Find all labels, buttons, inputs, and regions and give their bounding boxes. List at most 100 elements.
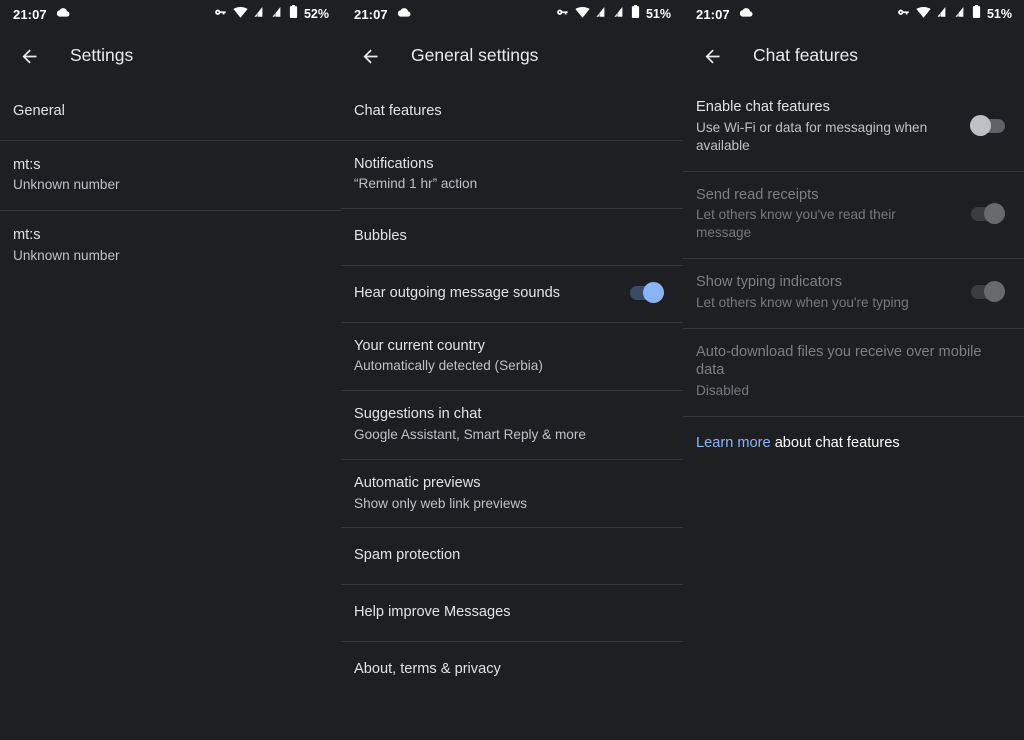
- signal-sim2-icon: 2: [271, 5, 284, 23]
- list-item-notifications[interactable]: Notifications “Remind 1 hr” action: [341, 141, 683, 209]
- battery-percent: 52%: [303, 6, 329, 21]
- toggle-enable-chat-features[interactable]: [970, 115, 1005, 137]
- toggle-thumb: [984, 202, 1005, 224]
- vpn-key-icon: [214, 5, 228, 23]
- back-arrow-icon[interactable]: [697, 41, 727, 71]
- wifi-icon: [575, 5, 590, 23]
- list-item-about-terms-privacy[interactable]: About, terms & privacy: [341, 642, 683, 698]
- list-item-hear-outgoing-message-sounds[interactable]: Hear outgoing message sounds: [341, 266, 683, 322]
- cloud-icon: [55, 5, 70, 23]
- toggle-show-typing-indicators: [971, 281, 1005, 303]
- toggle-thumb: [984, 281, 1005, 303]
- list-item-subtitle: Disabled: [696, 383, 749, 399]
- list-item-suggestions-in-chat[interactable]: Suggestions in chat Google Assistant, Sm…: [341, 391, 683, 459]
- list-item-title: mt:s: [13, 156, 41, 173]
- list-item-title: Hear outgoing message sounds: [354, 284, 561, 301]
- list-item-texts: About, terms & privacy: [354, 660, 501, 679]
- list-item-account-2[interactable]: mt:s Unknown number: [0, 211, 341, 281]
- cloud-icon: [396, 5, 411, 23]
- list-item-bubbles[interactable]: Bubbles: [341, 209, 683, 265]
- list-item-texts: Suggestions in chat Google Assistant, Sm…: [354, 405, 586, 444]
- page-title: General settings: [411, 45, 539, 66]
- battery-icon: [972, 5, 981, 23]
- toggle-send-read-receipts: [971, 202, 1005, 224]
- list-item-texts: Hear outgoing message sounds: [354, 284, 560, 303]
- status-bar-left: 21:07: [13, 5, 70, 23]
- list-item-title: Show typing indicators: [696, 274, 843, 291]
- list-item-help-improve-messages[interactable]: Help improve Messages: [341, 585, 683, 641]
- cloud-icon: [738, 5, 753, 23]
- list-item-subtitle: Unknown number: [13, 247, 120, 263]
- signal-sim2-icon: 2: [613, 5, 626, 23]
- list-item-title: About, terms & privacy: [354, 660, 501, 677]
- list-item-texts: Spam protection: [354, 546, 460, 565]
- settings-list-panel1: General mt:s Unknown number mt:s Unknown…: [0, 84, 341, 281]
- list-item-subtitle: Google Assistant, Smart Reply & more: [354, 426, 586, 442]
- panel-settings: 21:07 1 2 52% Settings General mt:s Unkn…: [0, 0, 341, 740]
- list-item-texts: Auto-download files you receive over mob…: [696, 343, 1006, 400]
- learn-more-link[interactable]: Learn more: [696, 435, 771, 451]
- vpn-key-icon: [897, 5, 911, 23]
- battery-percent: 51%: [986, 6, 1012, 21]
- list-item-subtitle: Let others know you've read their messag…: [696, 207, 896, 241]
- list-item-texts: Learn more about chat features: [696, 434, 900, 453]
- list-item-subtitle: Let others know when you're typing: [696, 294, 909, 310]
- list-item-subtitle: Use Wi-Fi or data for messaging when ava…: [696, 119, 928, 153]
- list-item-title: Auto-download files you receive over mob…: [696, 343, 982, 379]
- learn-more-text: Learn more about chat features: [696, 434, 900, 453]
- back-arrow-icon[interactable]: [355, 41, 385, 71]
- list-item-texts: mt:s Unknown number: [13, 156, 120, 195]
- three-panel-screenshot-strip: 21:07 1 2 52% Settings General mt:s Unkn…: [0, 0, 1024, 740]
- list-item-title: Notifications: [354, 155, 434, 172]
- list-item-account-1[interactable]: mt:s Unknown number: [0, 141, 341, 211]
- list-item-texts: mt:s Unknown number: [13, 226, 120, 265]
- list-item-general[interactable]: General: [0, 84, 341, 140]
- list-item-title: General: [13, 103, 65, 119]
- list-item-subtitle: “Remind 1 hr” action: [354, 176, 478, 192]
- signal-sim1-icon: 1: [595, 5, 608, 23]
- status-bar-right: 1 2 51%: [556, 5, 671, 23]
- list-item-enable-chat-features[interactable]: Enable chat features Use Wi-Fi or data f…: [683, 84, 1024, 171]
- list-item-learn-more[interactable]: Learn more about chat features: [683, 417, 1024, 471]
- list-item-texts: Enable chat features Use Wi-Fi or data f…: [696, 98, 944, 155]
- list-item-title: Bubbles: [354, 228, 407, 245]
- app-bar-panel3: Chat features: [683, 28, 1024, 84]
- list-item-automatic-previews[interactable]: Automatic previews Show only web link pr…: [341, 460, 683, 528]
- list-item-title: Help improve Messages: [354, 604, 511, 621]
- status-time: 21:07: [354, 6, 388, 22]
- list-item-title: Automatic previews: [354, 474, 481, 491]
- page-title: Chat features: [753, 45, 859, 66]
- list-item-texts: Help improve Messages: [354, 603, 511, 622]
- back-arrow-icon[interactable]: [14, 41, 44, 71]
- list-item-title: Chat features: [354, 103, 442, 119]
- list-item-texts: Automatic previews Show only web link pr…: [354, 474, 527, 513]
- list-item-texts: Bubbles: [354, 227, 407, 246]
- vpn-key-icon: [556, 5, 570, 23]
- list-item-texts: Notifications “Remind 1 hr” action: [354, 155, 477, 194]
- list-item-chat-features[interactable]: Chat features: [341, 84, 683, 140]
- status-bar-right: 1 2 51%: [897, 5, 1012, 23]
- list-item-your-current-country[interactable]: Your current country Automatically detec…: [341, 323, 683, 391]
- signal-sim1-icon: 1: [936, 5, 949, 23]
- list-item-title: Spam protection: [354, 547, 461, 564]
- list-item-title: Your current country: [354, 337, 485, 354]
- list-item-title: mt:s: [13, 227, 41, 244]
- status-time: 21:07: [13, 6, 47, 22]
- status-bar-left: 21:07: [354, 5, 411, 23]
- settings-list-panel2: Chat features Notifications “Remind 1 hr…: [341, 84, 683, 697]
- signal-sim2-icon: 2: [954, 5, 967, 23]
- list-item-subtitle: Unknown number: [13, 177, 120, 193]
- status-bar-left: 21:07: [696, 5, 753, 23]
- list-item-title: Suggestions in chat: [354, 406, 482, 423]
- list-item-spam-protection[interactable]: Spam protection: [341, 528, 683, 584]
- battery-icon: [631, 5, 640, 23]
- toggle-hear-outgoing-message-sounds[interactable]: [630, 282, 664, 304]
- status-bar-right: 1 2 52%: [214, 5, 329, 23]
- list-item-subtitle: Automatically detected (Serbia): [354, 358, 543, 374]
- list-item-title: Send read receipts: [696, 186, 819, 203]
- list-item-auto-download-files: Auto-download files you receive over mob…: [683, 329, 1024, 416]
- list-item-show-typing-indicators: Show typing indicators Let others know w…: [683, 259, 1024, 328]
- toggle-thumb: [643, 282, 664, 304]
- status-bar-panel3: 21:07 1 2 51%: [683, 0, 1024, 28]
- list-item-texts: Send read receipts Let others know you'v…: [696, 186, 928, 243]
